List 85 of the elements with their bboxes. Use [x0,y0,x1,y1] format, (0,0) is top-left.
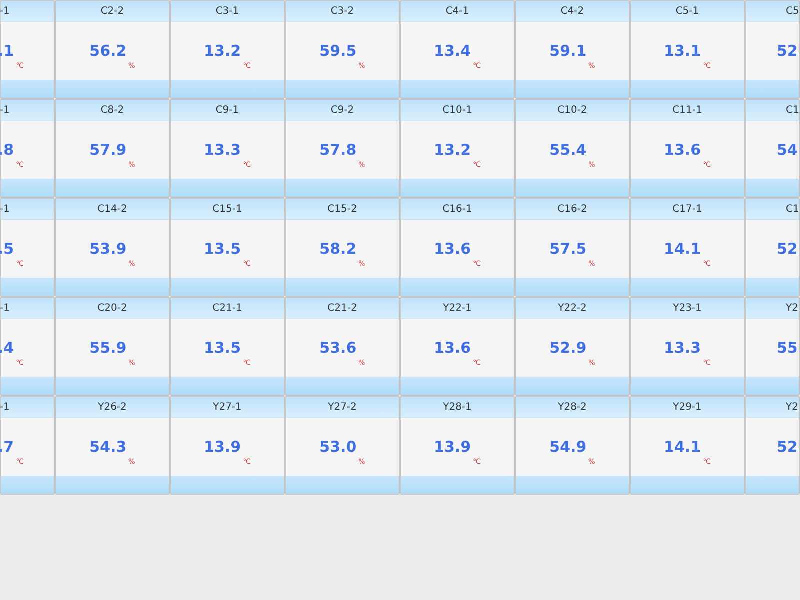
card-footer [746,377,799,395]
card-footer [1,377,54,395]
sensor-reading: 57.9 [90,141,127,159]
sensor-reading: 56.2 [90,42,127,60]
sensor-label: Y28-1 [443,402,472,412]
sensor-reading: 13.2 [434,141,472,159]
sensor-label: Y27-1 [213,402,242,412]
sensor-reading: 53.6 [320,339,357,357]
sensor-reading: 54.3 [90,438,127,456]
sensor-reading: 57.8 [320,141,357,159]
sensor-label: -1 [0,402,10,412]
sensor-reading: 13.9 [204,438,242,456]
sensor-label: C10-2 [558,104,588,116]
sensor-label: C4-1 [446,6,470,16]
sensor-reading: 57.5 [550,240,587,258]
sensor-label: Y28-2 [558,402,587,412]
sensor-label: C15-1 [212,204,242,214]
card-footer [1,278,54,296]
sensor-label: C5-1 [676,6,700,16]
sensor-label: C9-2 [330,104,354,116]
sensor-reading: 52 [777,438,798,456]
sensor-label: C3-1 [216,6,240,16]
card-footer [1,80,54,98]
sensor-reading: 54.9 [550,438,587,456]
sensor-reading: 13.3 [664,339,702,357]
sensor-reading: 13.6 [434,339,472,357]
sensor-label: C9-1 [216,104,240,116]
card-footer [1,476,54,494]
sensor-label: C8-2 [100,104,124,116]
card-footer [1,179,54,197]
sensor-reading: 13.1 [664,42,702,60]
sensor-label: Y2 [786,402,798,412]
sensor-reading: 55.9 [90,339,127,357]
sensor-label: Y27-2 [328,402,357,412]
sensor-label: C2-2 [100,6,124,16]
card-footer [746,278,799,296]
sensor-reading: 58.2 [320,240,357,258]
sensor-reading: 13.4 [434,42,472,60]
sensor-reading: 13.5 [204,240,242,258]
sensor-label: C21-2 [328,302,358,314]
sensor-label: C4-2 [560,6,584,16]
sensor-label: C15-2 [328,204,358,214]
card-footer [746,179,799,197]
sensor-reading: 53.9 [90,240,127,258]
sensor-label: C11-1 [672,104,702,116]
sensor-label: C1 [786,204,800,214]
sensor-label: Y22-1 [443,302,472,314]
sensor-reading: 59.5 [320,42,357,60]
sensor-reading: 52 [777,42,798,60]
sensor-reading: 13.6 [434,240,472,258]
sensor-reading: 52.9 [550,339,587,357]
sensor-label: C16-1 [442,204,472,214]
sensor-label: Y29-1 [673,402,702,412]
card-footer [746,80,799,98]
card-footer [746,476,799,494]
sensor-label: Y2 [786,302,798,314]
sensor-label: C17-1 [672,204,702,214]
sensor-label: C21-1 [212,302,242,314]
sensor-reading: 13.2 [204,42,242,60]
sensor-reading: 53.0 [320,438,357,456]
sensor-reading: 13.3 [204,141,242,159]
sensor-label: -1 [0,302,10,314]
sensor-reading: 13.6 [664,141,702,159]
sensor-reading: 13.5 [204,339,242,357]
sensor-reading: 59.1 [550,42,587,60]
sensor-reading: 55 [777,339,798,357]
sensor-label: Y23-1 [673,302,702,314]
sensor-reading: 13.9 [434,438,472,456]
sensor-label: C16-2 [558,204,588,214]
sensor-reading: 54 [777,141,798,159]
sensor-label: -1 [0,6,10,16]
sensor-label: C1 [786,104,800,116]
sensor-reading: 52 [777,240,798,258]
sensor-label: C14-2 [98,204,128,214]
sensor-label: Y26-2 [98,402,127,412]
sensor-label: C20-2 [98,302,128,314]
sensor-label: C3-2 [330,6,354,16]
sensor-label: C5 [786,6,800,16]
sensor-label: -1 [0,104,10,116]
sensor-label: C10-1 [442,104,472,116]
sensor-label: -1 [0,204,10,214]
sensor-reading: 14.1 [664,438,702,456]
sensor-reading: 14.1 [664,240,702,258]
sensor-label: Y22-2 [558,302,587,314]
sensor-reading: 55.4 [550,141,587,159]
